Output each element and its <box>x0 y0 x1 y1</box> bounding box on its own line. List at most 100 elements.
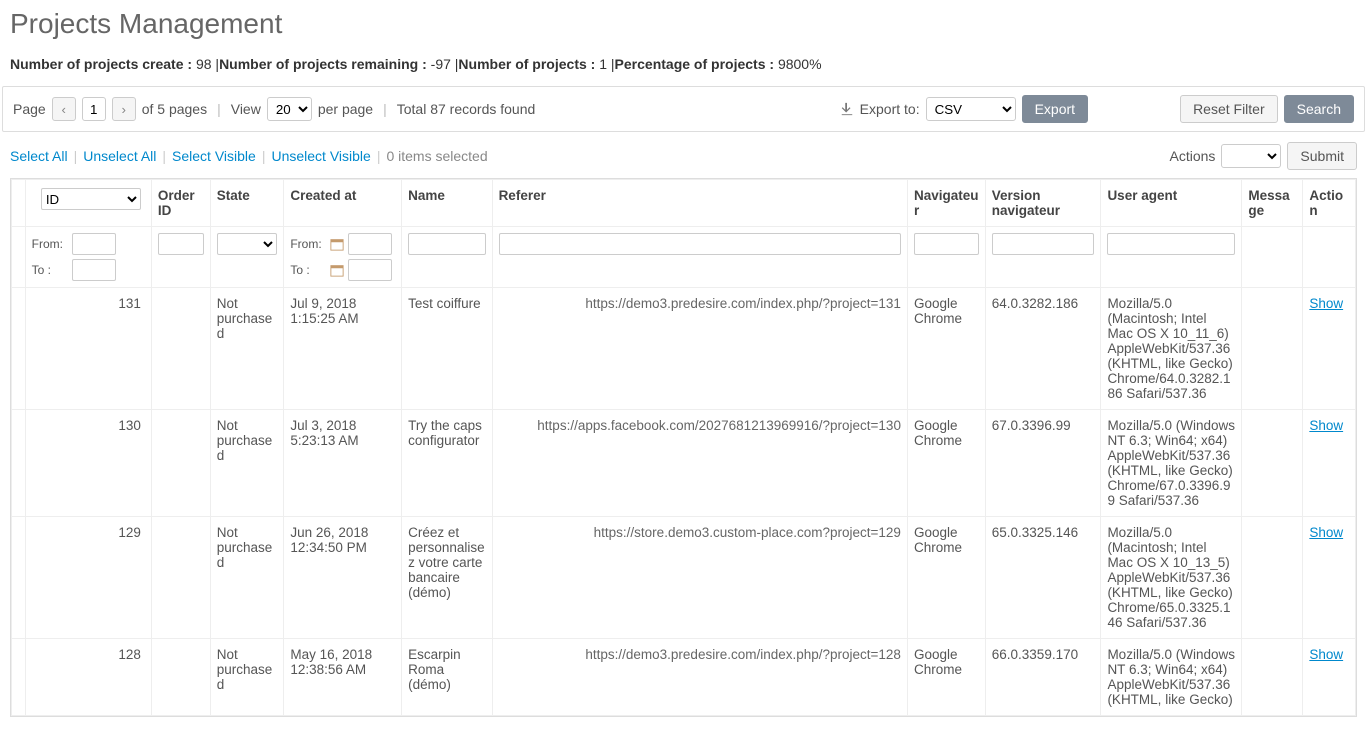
stat-created-value: 98 <box>196 56 212 72</box>
col-order-id[interactable]: Order ID <box>151 180 210 227</box>
cell-state: Not purchased <box>210 288 284 410</box>
selection-bar: Select All | Unselect All | Select Visib… <box>0 134 1367 178</box>
cell-referer: https://demo3.predesire.com/index.php/?p… <box>492 639 907 716</box>
user-agent-filter[interactable] <box>1107 233 1235 255</box>
per-page-select[interactable]: 20 <box>267 97 312 121</box>
prev-page-button[interactable]: ‹ <box>52 97 76 121</box>
cell-version: 67.0.3396.99 <box>985 410 1101 517</box>
id-to-input[interactable] <box>72 259 116 281</box>
cell-version: 65.0.3325.146 <box>985 517 1101 639</box>
col-user-agent[interactable]: User agent <box>1101 180 1242 227</box>
stat-count-value: 1 <box>599 56 607 72</box>
stat-remaining-label: Number of projects remaining : <box>219 56 427 72</box>
export-to-label: Export to: <box>860 101 920 117</box>
cell-navigator: Google Chrome <box>907 517 985 639</box>
cell-order-id <box>151 517 210 639</box>
stats-bar: Number of projects create : 98 |Number o… <box>0 50 1367 84</box>
cell-id: 131 <box>25 288 151 410</box>
cell-referer: https://demo3.predesire.com/index.php/?p… <box>492 288 907 410</box>
cell-order-id <box>151 288 210 410</box>
table-row[interactable]: 128Not purchasedMay 16, 2018 12:38:56 AM… <box>12 639 1356 716</box>
filter-row: From: To : From: To : <box>12 227 1356 288</box>
date-to-input[interactable] <box>348 259 392 281</box>
page-label: Page <box>13 101 46 117</box>
select-all-link[interactable]: Select All <box>10 148 68 164</box>
show-link[interactable]: Show <box>1309 647 1343 662</box>
unselect-all-link[interactable]: Unselect All <box>83 148 156 164</box>
select-visible-link[interactable]: Select Visible <box>172 148 256 164</box>
show-link[interactable]: Show <box>1309 418 1343 433</box>
cell-user-agent: Mozilla/5.0 (Windows NT 6.3; Win64; x64)… <box>1101 410 1242 517</box>
view-label: View <box>231 101 261 117</box>
cell-action: Show <box>1303 410 1356 517</box>
next-page-button[interactable]: › <box>112 97 136 121</box>
referer-filter[interactable] <box>499 233 901 255</box>
navigator-filter[interactable] <box>914 233 979 255</box>
header-row: ID Order ID State Created at Name Refere… <box>12 180 1356 227</box>
name-filter[interactable] <box>408 233 485 255</box>
cell-state: Not purchased <box>210 639 284 716</box>
cell-navigator: Google Chrome <box>907 639 985 716</box>
cell-state: Not purchased <box>210 517 284 639</box>
cell-message <box>1242 517 1303 639</box>
cell-user-agent: Mozilla/5.0 (Macintosh; Intel Mac OS X 1… <box>1101 517 1242 639</box>
cell-message <box>1242 288 1303 410</box>
cell-navigator: Google Chrome <box>907 410 985 517</box>
stat-percentage-value: 9800% <box>778 56 822 72</box>
cell-action: Show <box>1303 639 1356 716</box>
col-navigator[interactable]: Navigateur <box>907 180 985 227</box>
reset-filter-button[interactable]: Reset Filter <box>1180 95 1278 123</box>
col-created-at[interactable]: Created at <box>284 180 402 227</box>
cell-name: Try the caps configurator <box>402 410 492 517</box>
state-filter[interactable] <box>217 233 278 255</box>
page-input[interactable] <box>82 97 106 121</box>
toolbar: Page ‹ › of 5 pages | View 20 per page |… <box>2 86 1365 132</box>
cell-id: 130 <box>25 410 151 517</box>
cell-version: 66.0.3359.170 <box>985 639 1101 716</box>
col-state[interactable]: State <box>210 180 284 227</box>
date-from-label: From: <box>290 237 326 251</box>
search-button[interactable]: Search <box>1284 95 1354 123</box>
unselect-visible-link[interactable]: Unselect Visible <box>271 148 370 164</box>
export-format-select[interactable]: CSV <box>926 97 1016 121</box>
table-row[interactable]: 131Not purchasedJul 9, 2018 1:15:25 AMTe… <box>12 288 1356 410</box>
cell-created: Jul 3, 2018 5:23:13 AM <box>284 410 402 517</box>
total-records: Total 87 records found <box>397 101 536 117</box>
col-action: Action <box>1303 180 1356 227</box>
calendar-icon[interactable] <box>330 263 344 277</box>
version-filter[interactable] <box>992 233 1095 255</box>
id-column-select[interactable]: ID <box>41 188 141 210</box>
date-to-label: To : <box>290 263 326 277</box>
calendar-icon[interactable] <box>330 237 344 251</box>
cell-order-id <box>151 639 210 716</box>
col-version[interactable]: Version navigateur <box>985 180 1101 227</box>
date-from-input[interactable] <box>348 233 392 255</box>
col-message[interactable]: Message <box>1242 180 1303 227</box>
id-from-input[interactable] <box>72 233 116 255</box>
submit-button[interactable]: Submit <box>1287 142 1357 170</box>
actions-label: Actions <box>1170 148 1216 164</box>
table-row[interactable]: 129Not purchasedJun 26, 2018 12:34:50 PM… <box>12 517 1356 639</box>
order-id-filter[interactable] <box>158 233 204 255</box>
cell-navigator: Google Chrome <box>907 288 985 410</box>
stat-count-label: Number of projects : <box>458 56 595 72</box>
download-icon <box>840 102 854 116</box>
cell-user-agent: Mozilla/5.0 (Windows NT 6.3; Win64; x64)… <box>1101 639 1242 716</box>
cell-name: Test coiffure <box>402 288 492 410</box>
export-button[interactable]: Export <box>1022 95 1088 123</box>
cell-name: Créez et personnalisez votre carte banca… <box>402 517 492 639</box>
col-name[interactable]: Name <box>402 180 492 227</box>
stat-created-label: Number of projects create : <box>10 56 192 72</box>
show-link[interactable]: Show <box>1309 296 1343 311</box>
actions-select[interactable] <box>1221 144 1281 168</box>
cell-order-id <box>151 410 210 517</box>
col-referer[interactable]: Referer <box>492 180 907 227</box>
table-row[interactable]: 130 Not purchasedJul 3, 2018 5:23:13 AMTr… <box>12 410 1356 517</box>
per-page-label: per page <box>318 101 373 117</box>
cell-state: Not purchased <box>210 410 284 517</box>
cell-referer: https://store.demo3.custom-place.com?pro… <box>492 517 907 639</box>
show-link[interactable]: Show <box>1309 525 1343 540</box>
cell-message <box>1242 410 1303 517</box>
pages-total: of 5 pages <box>142 101 207 117</box>
cell-name: Escarpin Roma (démo) <box>402 639 492 716</box>
